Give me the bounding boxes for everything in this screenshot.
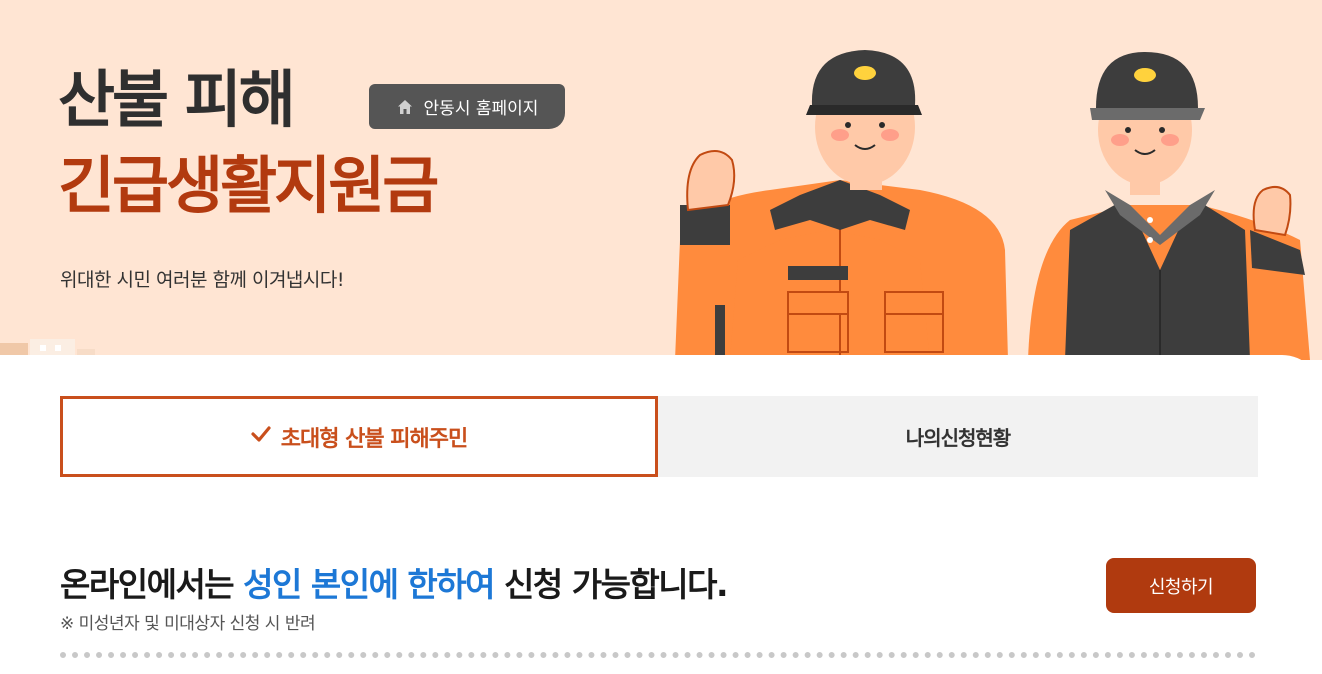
notice-text-part2: 신청 가능합니다. bbox=[494, 565, 729, 604]
check-icon bbox=[251, 424, 271, 449]
tab-wildfire-victims-label: 초대형 산불 피해주민 bbox=[280, 426, 468, 452]
notice-text-part1: 온라인에서는 bbox=[60, 565, 244, 604]
hero-banner: 산불 피해 긴급생활지원금 안동시 홈페이지 위대한 시민 여러분 함께 이겨냅… bbox=[0, 0, 1322, 360]
tab-bar: 초대형 산불 피해주민 나의신청현황 bbox=[60, 396, 1258, 477]
firefighters-illustration bbox=[675, 50, 1310, 360]
hero-title-line2: 긴급생활지원금 bbox=[58, 149, 439, 222]
home-icon bbox=[396, 98, 414, 116]
notice-highlight: 성인 본인에 한하여 bbox=[243, 565, 495, 604]
homepage-button[interactable]: 안동시 홈페이지 bbox=[369, 84, 565, 129]
tab-my-application-status[interactable]: 나의신청현황 bbox=[658, 396, 1258, 477]
apply-button[interactable]: 신청하기 bbox=[1106, 558, 1256, 613]
tab-my-application-status-label: 나의신청현황 bbox=[905, 426, 1011, 450]
tab-wildfire-victims[interactable]: 초대형 산불 피해주민 bbox=[60, 396, 658, 477]
online-notice-heading: 온라인에서는 성인 본인에 한하여 신청 가능합니다. bbox=[60, 558, 729, 606]
homepage-button-label: 안동시 홈페이지 bbox=[423, 99, 539, 119]
hero-title-line1: 산불 피해 bbox=[58, 63, 296, 136]
notice-subnote: ※ 미성년자 및 미대상자 신청 시 반려 bbox=[60, 614, 316, 634]
dotted-divider bbox=[60, 652, 1256, 658]
hero-subtitle: 위대한 시민 여러분 함께 이겨냅시다! bbox=[60, 269, 344, 291]
